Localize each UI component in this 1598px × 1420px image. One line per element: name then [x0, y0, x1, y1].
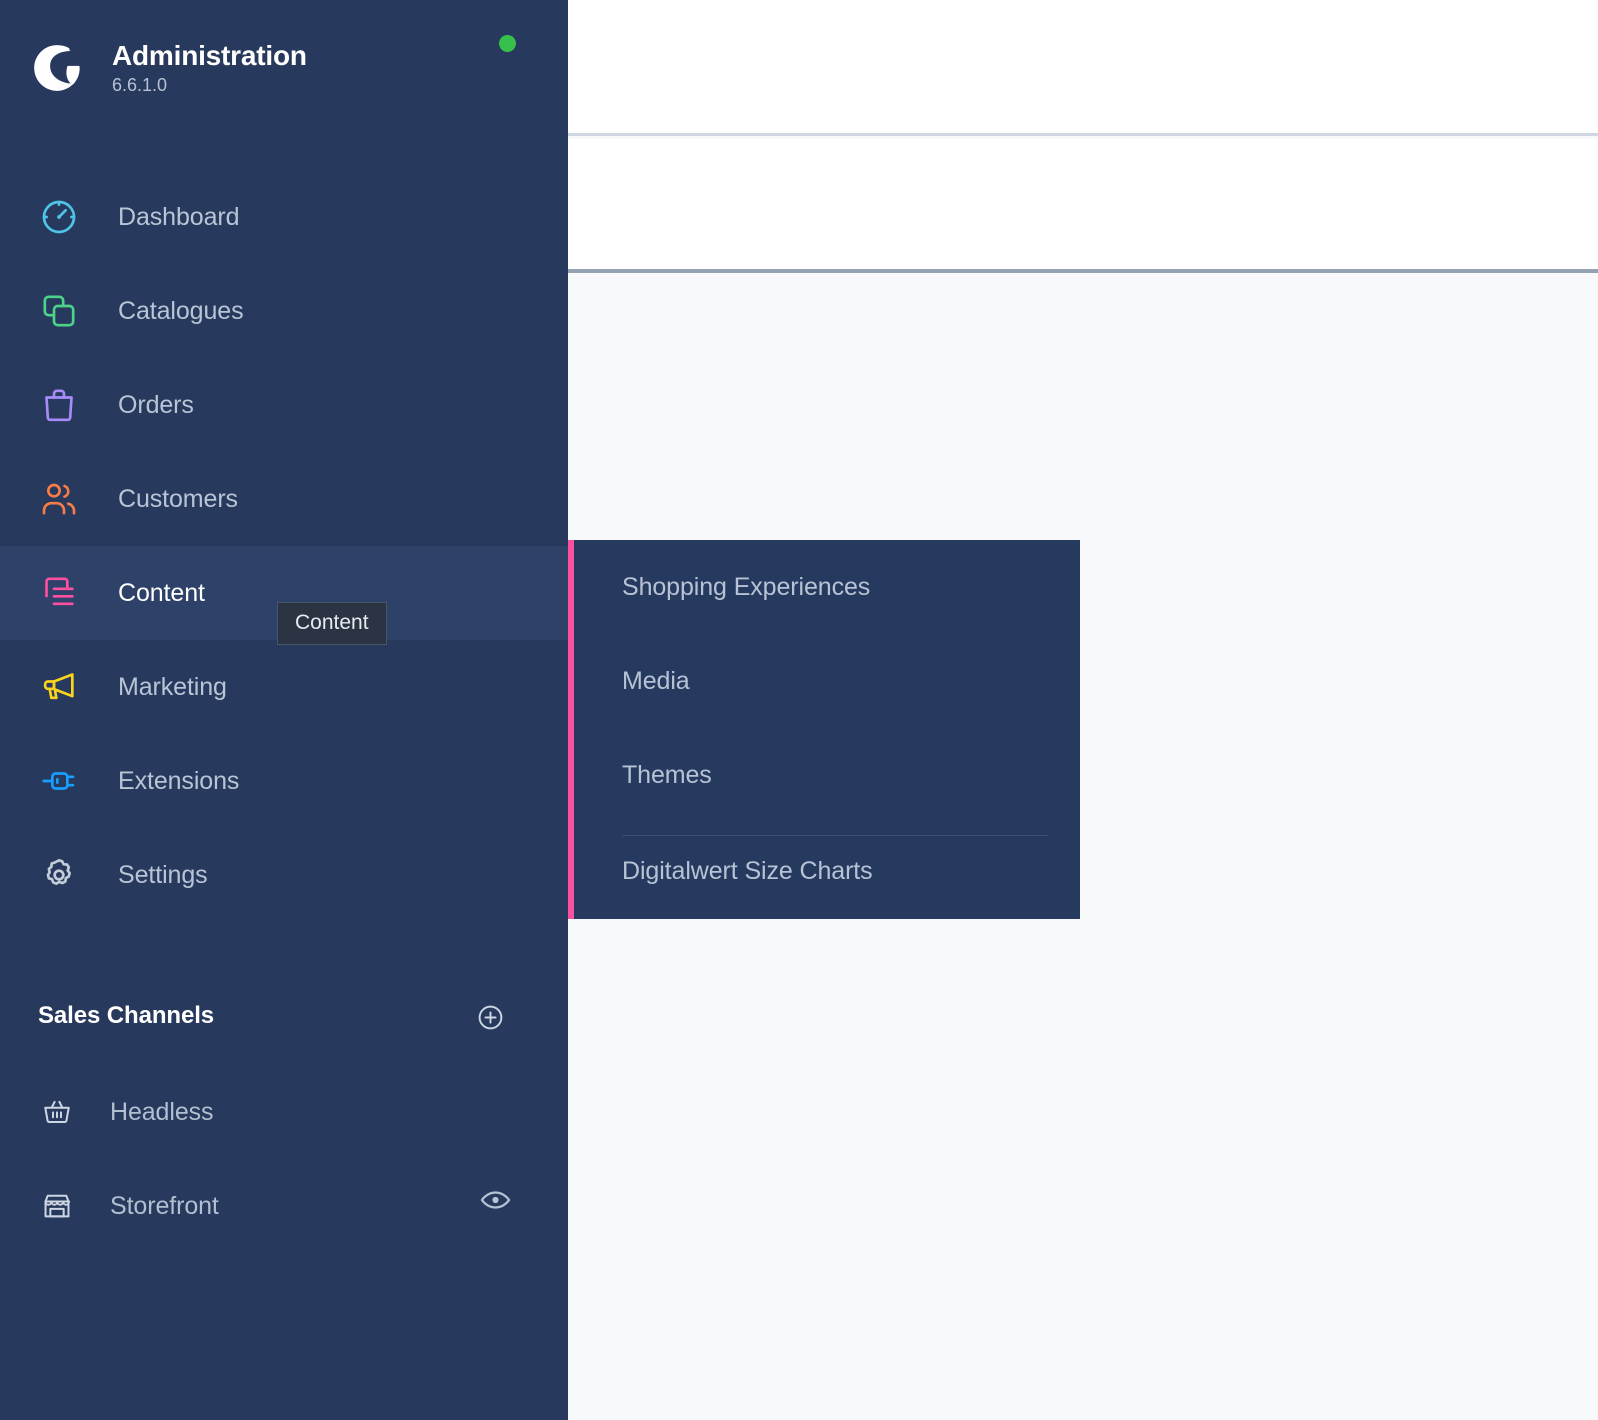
sidebar: Administration 6.6.1.0 Dashboard Catalog…: [0, 0, 568, 1420]
main-navigation: Dashboard Catalogues Orders Customers Co…: [0, 170, 568, 922]
sidebar-item-label: Settings: [118, 860, 208, 889]
app-root: Administration 6.6.1.0 Dashboard Catalog…: [0, 0, 1598, 1420]
content-document-list-icon: [38, 572, 80, 614]
sales-channel-item-headless[interactable]: Headless: [0, 1065, 568, 1159]
extensions-plug-icon: [38, 760, 80, 802]
sidebar-item-label: Orders: [118, 390, 194, 419]
sidebar-item-label: Marketing: [118, 672, 227, 701]
dashboard-gauge-icon: [38, 196, 80, 238]
sidebar-item-extensions[interactable]: Extensions: [0, 734, 568, 828]
top-search-bar: [568, 0, 1598, 136]
sales-channel-label: Headless: [110, 1097, 214, 1126]
sidebar-item-catalogues[interactable]: Catalogues: [0, 264, 568, 358]
app-version: 6.6.1.0: [112, 75, 168, 96]
flyout-item-shopping-experiences[interactable]: Shopping Experiences: [574, 556, 1080, 618]
flyout-item-media[interactable]: Media: [574, 650, 1080, 712]
flyout-item-digitalwert-size-charts[interactable]: Digitalwert Size Charts: [574, 840, 1080, 902]
sidebar-item-settings[interactable]: Settings: [0, 828, 568, 922]
eye-icon[interactable]: [480, 1189, 511, 1211]
sidebar-item-customers[interactable]: Customers: [0, 452, 568, 546]
sidebar-item-orders[interactable]: Orders: [0, 358, 568, 452]
app-title: Administration: [112, 39, 307, 71]
sidebar-item-marketing[interactable]: Marketing: [0, 640, 568, 734]
flyout-divider: [622, 835, 1048, 836]
settings-gear-icon: [38, 854, 80, 896]
storefront-shop-icon: [40, 1189, 74, 1223]
sales-channels-list: Headless Storefront: [0, 1065, 568, 1253]
flyout-item-themes[interactable]: Themes: [574, 744, 1080, 806]
plus-circle-icon[interactable]: [476, 1003, 505, 1032]
sidebar-item-label: Catalogues: [118, 296, 244, 325]
sidebar-item-label: Content: [118, 578, 205, 607]
sales-channel-label: Storefront: [110, 1191, 219, 1220]
orders-bag-icon: [38, 384, 80, 426]
customers-people-icon: [38, 478, 80, 520]
basket-icon: [40, 1095, 74, 1129]
flyout-inner: Shopping Experiences Media Themes Digita…: [574, 540, 1080, 919]
sidebar-item-label: Customers: [118, 484, 238, 513]
sidebar-item-label: Extensions: [118, 766, 240, 795]
status-online-dot: [499, 35, 516, 52]
sidebar-item-dashboard[interactable]: Dashboard: [0, 170, 568, 264]
marketing-megaphone-icon: [38, 666, 80, 708]
shopware-logo-icon: [34, 45, 80, 91]
sidebar-item-label: Dashboard: [118, 202, 240, 231]
brand-texts: Administration 6.6.1.0: [112, 40, 307, 96]
smart-bar: [568, 139, 1598, 273]
content-flyout-menu: Shopping Experiences Media Themes Digita…: [568, 540, 1080, 919]
brand-header[interactable]: Administration 6.6.1.0: [0, 0, 568, 136]
sales-channels-title: Sales Channels: [38, 1002, 215, 1029]
content-tooltip: Content: [277, 602, 387, 646]
catalogues-stacked-squares-icon: [38, 290, 80, 332]
